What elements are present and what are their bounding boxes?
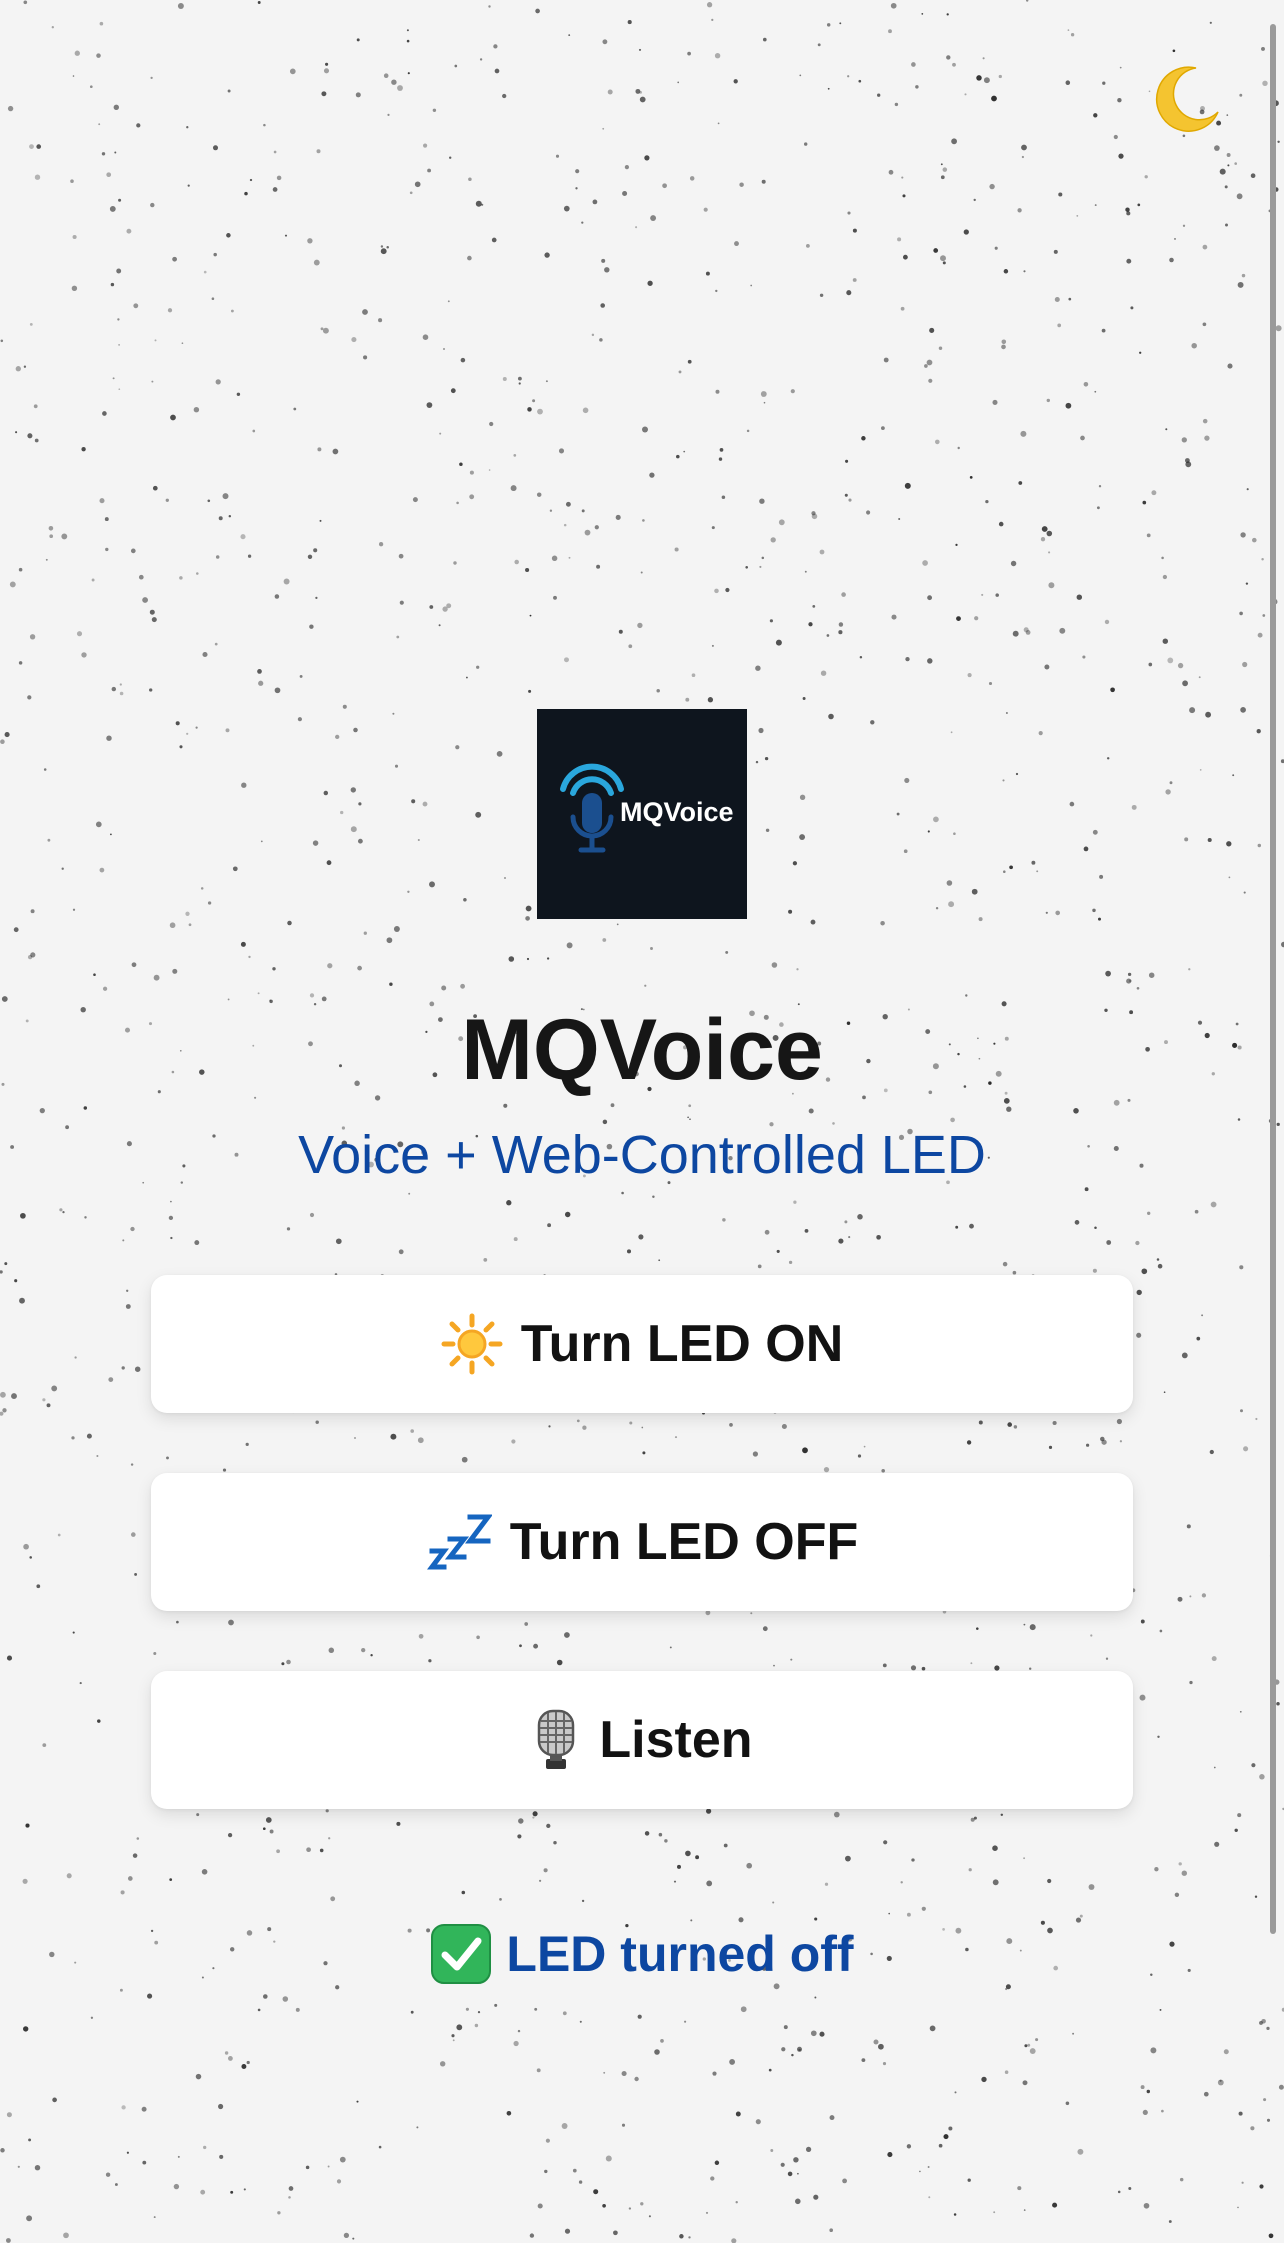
theme-toggle-button[interactable] — [1144, 60, 1224, 140]
status-text: LED turned off — [506, 1926, 854, 1982]
microphone-icon — [560, 763, 624, 853]
listen-label: Listen — [599, 1711, 753, 1769]
scrollbar[interactable] — [1270, 24, 1276, 1934]
turn-led-on-button[interactable]: Turn LED ON — [151, 1275, 1133, 1413]
check-mark-icon — [431, 1924, 492, 1984]
turn-led-off-label: Turn LED OFF — [509, 1513, 859, 1571]
zzz-icon — [426, 1514, 492, 1570]
crescent-moon-icon — [1155, 66, 1219, 132]
status-message: LED turned off — [0, 1923, 1284, 1985]
listen-button[interactable]: Listen — [151, 1671, 1133, 1809]
sun-icon — [441, 1313, 503, 1375]
page-title: MQVoice — [461, 1002, 823, 1098]
turn-led-off-button[interactable]: Turn LED OFF — [151, 1473, 1133, 1611]
turn-led-on-label: Turn LED ON — [520, 1315, 844, 1373]
studio-microphone-icon — [538, 1709, 575, 1769]
logo-text: MQVoice — [620, 797, 734, 827]
page-subtitle: Voice + Web-Controlled LED — [298, 1125, 986, 1185]
app-logo: MQVoice — [537, 709, 747, 919]
